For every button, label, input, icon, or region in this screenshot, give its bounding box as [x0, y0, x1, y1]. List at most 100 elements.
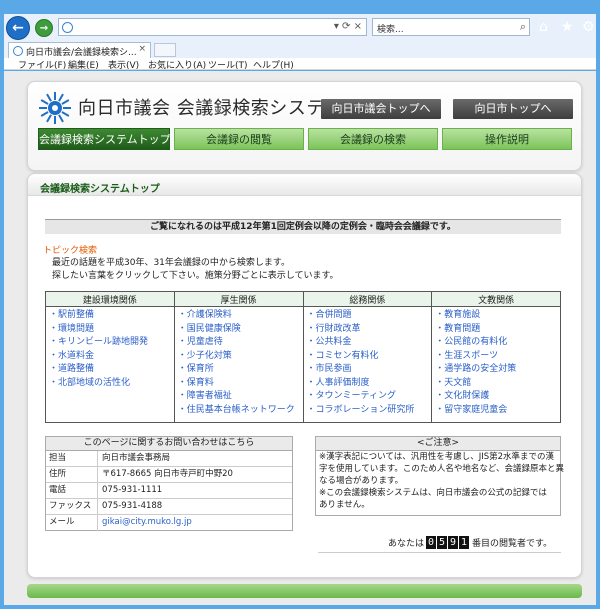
page-title: 会議録検索システムトップ [40, 184, 160, 195]
city-top-link[interactable]: 向日市トップへ [453, 99, 573, 119]
counter-digits: 0 5 9 1 [426, 536, 470, 549]
forward-button[interactable]: → [35, 19, 53, 37]
search-placeholder: 検索... [377, 25, 404, 35]
topic-link[interactable]: 公共料金 [307, 336, 429, 350]
topic-link[interactable]: 障害者福祉 [178, 390, 300, 404]
topic-link[interactable]: 水道料金 [49, 350, 171, 364]
city-logo-icon [39, 92, 71, 124]
topic-link[interactable]: コラボレーション研究所 [307, 404, 429, 418]
menu-edit[interactable]: 編集(E) [68, 58, 99, 71]
note-line: 字を使用しています。このため人名や地名など、会議録原本と異 [319, 464, 564, 474]
new-tab-button[interactable] [154, 43, 176, 57]
counter-prefix: あなたは [388, 539, 425, 549]
menu-help[interactable]: ヘルプ(H) [253, 58, 294, 71]
topic-table: 建設環境関係 厚生関係 総務関係 文教関係 駅前整備 環境問題 キリンビール跡地… [45, 291, 561, 423]
topic-column-header: 建設環境関係 [45, 291, 175, 307]
refresh-icon[interactable]: ▾ ⟳ × [334, 21, 362, 32]
topic-column-welfare: 介護保険料 国民健康保険 児童虐待 少子化対策 保育所 保育料 障害者福祉 住民… [173, 306, 304, 423]
contact-email-link[interactable]: gikai@city.muko.lg.jp [98, 515, 192, 531]
topic-link[interactable]: 介護保険料 [178, 309, 300, 323]
contact-row: ファックス 075-931-4188 [46, 499, 292, 515]
topic-link[interactable]: 行財政改革 [307, 323, 429, 337]
topic-link[interactable]: キリンビール跡地開発 [49, 336, 171, 350]
topic-link[interactable]: 合併問題 [307, 309, 429, 323]
contact-value: 向日市議会事務局 [102, 453, 171, 463]
topic-link[interactable]: 天文館 [435, 377, 557, 391]
topic-link[interactable]: 教育施設 [435, 309, 557, 323]
counter-digit: 9 [448, 536, 459, 549]
menu-tools[interactable]: ツール(T) [208, 58, 248, 71]
close-tab-icon[interactable]: × [138, 44, 146, 54]
content-title-bar: 会議録検索システムトップ [28, 174, 581, 196]
topic-link[interactable]: コミセン有料化 [307, 350, 429, 364]
topic-link[interactable]: 児童虐待 [178, 336, 300, 350]
menu-bar: ファイル(F) 編集(E) 表示(V) お気に入り(A) ツール(T) ヘルプ(… [4, 58, 596, 71]
contact-row: 電話 075-931-1111 [46, 483, 292, 499]
contact-label: 担当 [46, 451, 98, 466]
topic-link[interactable]: 保育料 [178, 377, 300, 391]
visitor-counter: あなたは 0 5 9 1 番目の閲覧者です。 [388, 536, 552, 549]
menu-file[interactable]: ファイル(F) [18, 58, 66, 71]
topic-link[interactable]: 人事評価制度 [307, 377, 429, 391]
contact-row: 住所 〒617-8665 向日市寺戸町中野20 [46, 467, 292, 483]
contact-value: 075-931-1111 [102, 485, 163, 495]
favorites-star-icon[interactable]: ★ [561, 19, 574, 35]
topic-link[interactable]: タウンミーティング [307, 390, 429, 404]
url-input[interactable]: ▾ ⟳ × [58, 18, 367, 36]
topic-link[interactable]: 生涯スポーツ [435, 350, 557, 364]
topic-link[interactable]: 駅前整備 [49, 309, 171, 323]
topic-link[interactable]: 文化財保護 [435, 390, 557, 404]
footer-bar [27, 584, 582, 598]
tab-title: 向日市議会/会議録検索シ... [26, 48, 137, 58]
topic-link[interactable]: 保育所 [178, 363, 300, 377]
topic-link[interactable]: 環境問題 [49, 323, 171, 337]
note-line: ありません。 [319, 500, 370, 510]
topic-link[interactable]: 北部地域の活性化 [49, 377, 171, 391]
tab-bar: 向日市議会/会議録検索シ... × [4, 42, 596, 58]
search-icon[interactable]: ⌕ [520, 20, 526, 34]
page-viewport: 向日市議会 会議録検索システム 向日市議会トップへ 向日市トップへ 会議録検索シ… [4, 71, 596, 605]
browser-tab[interactable]: 向日市議会/会議録検索シ... × [8, 42, 151, 58]
topic-column-header: 厚生関係 [173, 291, 304, 307]
contact-box: このページに関するお問い合わせはこちら 担当 向日市議会事務局 住所 〒617-… [45, 436, 293, 531]
contact-value: 075-931-4188 [102, 501, 163, 511]
page-favicon-icon [62, 22, 73, 33]
home-icon[interactable]: ⌂ [539, 19, 548, 35]
browser-window: ← → ▾ ⟳ × 検索... ⌕ ⌂ ★ ⚙ 向日市議会/会議録検索シ... … [0, 0, 600, 609]
contact-label: ファックス [46, 499, 98, 514]
topic-link[interactable]: 公民館の有料化 [435, 336, 557, 350]
contact-heading: このページに関するお問い合わせはこちら [46, 437, 292, 451]
topic-instructions: 探したい言葉をクリックして下さい。施策分野ごとに表示しています。 [52, 271, 339, 281]
topic-link[interactable]: 市民参画 [307, 363, 429, 377]
topic-link[interactable]: 通学路の安全対策 [435, 363, 557, 377]
topic-column-header: 総務関係 [302, 291, 433, 307]
topic-link[interactable]: 留守家庭児童会 [435, 404, 557, 418]
topic-column-construction: 駅前整備 環境問題 キリンビール跡地開発 水道料金 道路整備 北部地域の活性化 [45, 306, 175, 423]
topic-link[interactable]: 少子化対策 [178, 350, 300, 364]
topic-column-education: 教育施設 教育問題 公民館の有料化 生涯スポーツ 通学路の安全対策 天文館 文化… [431, 306, 561, 423]
availability-notice: ご覧になれるのは平成12年第1回定例会以降の定例会・臨時会会議録です。 [45, 219, 561, 234]
topic-link[interactable]: 道路整備 [49, 363, 171, 377]
topic-link[interactable]: 住民基本台帳ネットワーク [178, 404, 300, 418]
tab-favicon-icon [13, 46, 23, 56]
counter-digit: 5 [437, 536, 448, 549]
note-line: ※この会議録検索システムは、向日市議会の公式の記録では [319, 488, 547, 498]
site-header: 向日市議会 会議録検索システム 向日市議会トップへ 向日市トップへ 会議録検索シ… [27, 81, 582, 171]
tab-browse-minutes[interactable]: 会議録の閲覧 [174, 128, 304, 150]
topic-description: 最近の話題を平成30年、31年会議録の中から検索します。 [52, 258, 291, 268]
menu-favorites[interactable]: お気に入り(A) [148, 58, 206, 71]
council-top-link[interactable]: 向日市議会トップへ [321, 99, 441, 119]
tab-user-guide[interactable]: 操作説明 [442, 128, 572, 150]
back-button[interactable]: ← [6, 16, 30, 40]
tab-system-top[interactable]: 会議録検索システムトップ [38, 128, 171, 150]
tab-search-minutes[interactable]: 会議録の検索 [308, 128, 438, 150]
topic-link[interactable]: 教育問題 [435, 323, 557, 337]
search-input[interactable]: 検索... ⌕ [372, 18, 530, 36]
counter-digit: 1 [459, 536, 470, 549]
address-bar: ← → ▾ ⟳ × 検索... ⌕ ⌂ ★ ⚙ [4, 14, 596, 42]
topic-column-general-affairs: 合併問題 行財政改革 公共料金 コミセン有料化 市民参画 人事評価制度 タウンミ… [302, 306, 433, 423]
menu-view[interactable]: 表示(V) [108, 58, 139, 71]
topic-link[interactable]: 国民健康保険 [178, 323, 300, 337]
gear-icon[interactable]: ⚙ [582, 19, 595, 35]
divider [318, 552, 561, 553]
